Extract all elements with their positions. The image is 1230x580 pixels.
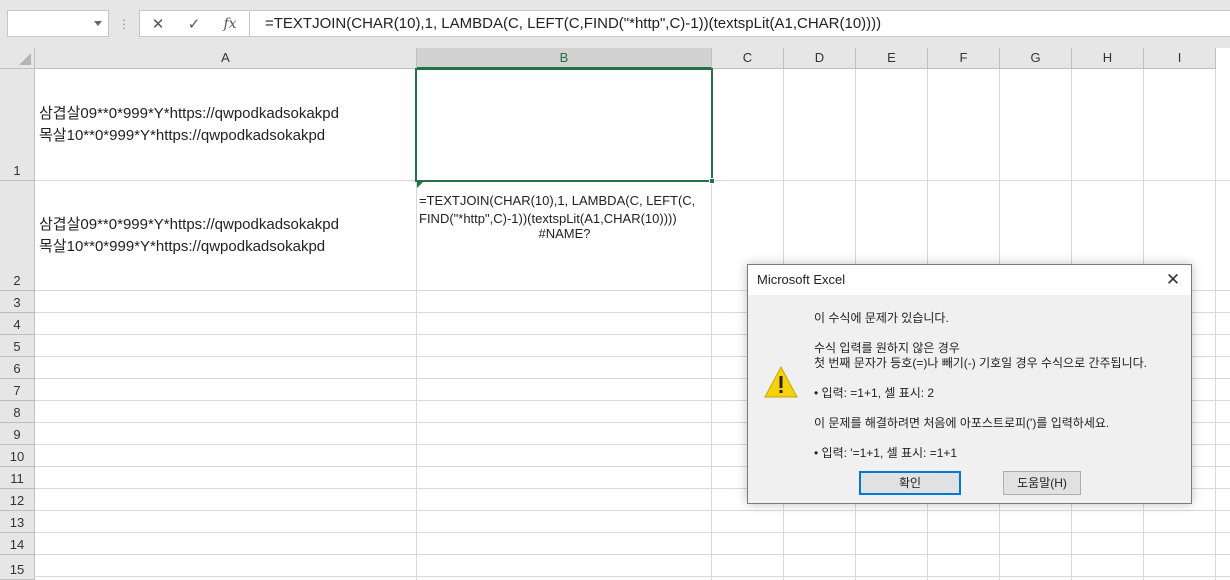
- dialog-body: 이 수식에 문제가 있습니다. 수식 입력를 원하지 않은 경우 첫 번째 문자…: [748, 295, 1191, 503]
- help-button[interactable]: 도움말(H): [1003, 471, 1081, 495]
- column-header-e[interactable]: E: [856, 48, 928, 69]
- row-header-12[interactable]: 12: [0, 489, 35, 511]
- dialog-title: Microsoft Excel: [757, 272, 846, 287]
- column-header-f[interactable]: F: [928, 48, 1000, 69]
- gridline: [35, 510, 1230, 511]
- gridline: [1215, 69, 1216, 580]
- insert-function-icon[interactable]: fx: [219, 14, 241, 34]
- column-header-h[interactable]: H: [1072, 48, 1144, 69]
- cell-a1[interactable]: 삼겹살09**0*999*Y*https://qwpodkadsokakpd 목…: [39, 103, 339, 147]
- cell-a1-line-2: 목살10**0*999*Y*https://qwpodkadsokakpd: [39, 127, 326, 144]
- close-icon[interactable]: ✕: [1163, 270, 1183, 290]
- select-all-button[interactable]: [0, 48, 35, 69]
- row-header-5[interactable]: 5: [0, 335, 35, 357]
- row-header-13[interactable]: 13: [0, 511, 35, 533]
- dialog-message-title: 이 수식에 문제가 있습니다.: [814, 311, 949, 325]
- column-header-c[interactable]: C: [712, 48, 784, 69]
- cell-b1-line-1: =TEXTJOIN(CHAR(10),1, LAMBDA(C, LEFT(C,: [419, 193, 696, 208]
- row-header-9[interactable]: 9: [0, 423, 35, 445]
- formula-bar: ⋮ ✕ ✓ fx =TEXTJOIN(CHAR(10),1, LAMBDA(C,…: [0, 0, 1230, 48]
- row-header-6[interactable]: 6: [0, 357, 35, 379]
- cell-a1-line-1: 삼겹살09**0*999*Y*https://qwpodkadsokakpd: [39, 105, 339, 122]
- row-header-1[interactable]: 1: [0, 69, 35, 181]
- column-header-g[interactable]: G: [1000, 48, 1072, 69]
- column-header-i[interactable]: I: [1144, 48, 1216, 69]
- dialog-message-line: 이 문제를 해결하려면 처음에 아포스트로피(')를 입력하세요.: [814, 416, 1110, 430]
- dialog-message-line: • 입력: '=1+1, 셀 표시: =1+1: [814, 446, 958, 460]
- cell-b2[interactable]: #NAME?: [417, 226, 712, 241]
- dialog-message-line: 첫 번째 문자가 등호(=)나 빼기(-) 기호일 경우 수식으로 간주됩니다.: [814, 356, 1147, 370]
- column-header-d[interactable]: D: [784, 48, 856, 69]
- error-dialog: Microsoft Excel ✕ 이 수식에 문제가 있습니다. 수식 입력를…: [747, 264, 1192, 504]
- gridline: [35, 532, 1230, 533]
- ok-button[interactable]: 확인: [859, 471, 961, 495]
- selected-cell-border: [415, 68, 713, 182]
- row-header-10[interactable]: 10: [0, 445, 35, 467]
- cell-b1[interactable]: =TEXTJOIN(CHAR(10),1, LAMBDA(C, LEFT(C, …: [419, 192, 711, 228]
- gridline: [35, 576, 1230, 577]
- dialog-title-bar[interactable]: Microsoft Excel: [748, 265, 1191, 295]
- formula-input[interactable]: =TEXTJOIN(CHAR(10),1, LAMBDA(C, LEFT(C,F…: [249, 10, 1230, 37]
- row-header-14[interactable]: 14: [0, 533, 35, 555]
- chevron-down-icon[interactable]: [94, 21, 102, 26]
- dialog-message-line: • 입력: =1+1, 셀 표시: 2: [814, 386, 935, 400]
- gridline: [35, 554, 1230, 555]
- name-box[interactable]: [7, 10, 109, 37]
- enter-icon[interactable]: ✓: [183, 14, 205, 34]
- row-header-4[interactable]: 4: [0, 313, 35, 335]
- row-header-2[interactable]: 2: [0, 181, 35, 291]
- row-header-3[interactable]: 3: [0, 291, 35, 313]
- column-header-a[interactable]: A: [35, 48, 417, 69]
- warning-icon: [764, 365, 798, 398]
- row-header-7[interactable]: 7: [0, 379, 35, 401]
- column-header-b[interactable]: B: [417, 48, 712, 69]
- more-options-icon[interactable]: ⋮: [118, 14, 130, 34]
- row-header-11[interactable]: 11: [0, 467, 35, 489]
- excel-window: ⋮ ✕ ✓ fx =TEXTJOIN(CHAR(10),1, LAMBDA(C,…: [0, 0, 1230, 580]
- row-header-15[interactable]: 15: [0, 555, 35, 580]
- cell-a2-line-2: 목살10**0*999*Y*https://qwpodkadsokakpd: [39, 238, 326, 255]
- dialog-message-line: 수식 입력를 원하지 않은 경우: [814, 341, 960, 355]
- formula-buttons: ✕ ✓ fx: [139, 10, 249, 37]
- row-header-8[interactable]: 8: [0, 401, 35, 423]
- error-indicator-icon[interactable]: [417, 182, 423, 188]
- cancel-icon[interactable]: ✕: [147, 14, 169, 34]
- cell-a2-line-1: 삼겹살09**0*999*Y*https://qwpodkadsokakpd: [39, 216, 339, 233]
- fill-handle[interactable]: [709, 178, 715, 184]
- cell-a2[interactable]: 삼겹살09**0*999*Y*https://qwpodkadsokakpd 목…: [39, 214, 339, 258]
